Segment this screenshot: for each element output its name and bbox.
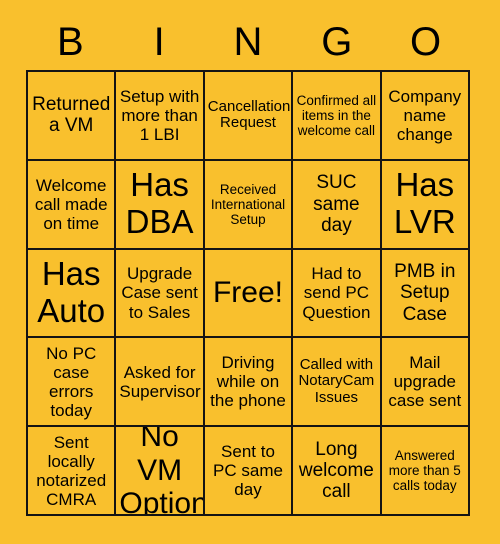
bingo-cell-n1[interactable]: Cancellation Request: [204, 72, 294, 161]
bingo-cell-i1[interactable]: Setup with more than 1 LBI: [116, 72, 205, 161]
bingo-cell-label: Returned a VM: [32, 94, 111, 137]
bingo-grid: Returned a VM Setup with more than 1 LBI…: [26, 70, 470, 516]
bingo-cell-label: Confirmed all items in the welcome call: [296, 92, 377, 138]
bingo-cell-g2[interactable]: SUC same day: [293, 160, 382, 250]
bingo-cell-label: Long welcome call: [298, 438, 374, 503]
bingo-cell-label: No PC case errors today: [46, 343, 97, 420]
bingo-cell-label: Sent to PC same day: [213, 442, 283, 500]
bingo-header-letter-g: G: [321, 20, 353, 64]
bingo-cell-label: Answered more than 5 calls today: [388, 447, 461, 494]
bingo-cell-o3[interactable]: PMB in Setup Case: [381, 249, 470, 339]
bingo-cell-label: Upgrade Case sent to Sales: [121, 264, 198, 322]
bingo-cell-b2[interactable]: Welcome call made on time: [28, 160, 117, 250]
bingo-header-letter-o: O: [410, 20, 442, 64]
bingo-header-letter-b: B: [57, 20, 84, 64]
bingo-cell-label: PMB in Setup Case: [394, 261, 456, 325]
bingo-header: B I N G O: [26, 14, 470, 70]
bingo-cell-free-space[interactable]: Free!: [204, 249, 294, 339]
bingo-cell-label: Cancellation Request: [207, 97, 291, 132]
bingo-cell-o2[interactable]: Has LVR: [381, 160, 470, 250]
bingo-cell-n2[interactable]: Received International Setup: [204, 160, 294, 250]
bingo-cell-label: No VM Option: [119, 427, 205, 516]
bingo-cell-g3[interactable]: Had to send PC Question: [293, 249, 382, 339]
bingo-cell-label: Asked for Supervisor: [119, 362, 201, 401]
bingo-cell-b3[interactable]: Has Auto: [28, 249, 117, 339]
bingo-cell-label: Has LVR: [393, 166, 456, 241]
bingo-cell-g1[interactable]: Confirmed all items in the welcome call: [293, 72, 382, 161]
bingo-cell-n4[interactable]: Driving while on the phone: [204, 338, 294, 428]
bingo-cell-o4[interactable]: Mail upgrade case sent: [381, 338, 470, 428]
bingo-cell-g5[interactable]: Long welcome call: [293, 427, 382, 516]
bingo-header-letter-n: N: [233, 20, 263, 64]
bingo-cell-i3[interactable]: Upgrade Case sent to Sales: [116, 249, 205, 339]
bingo-cell-b5[interactable]: Sent locally notarized CMRA: [28, 427, 117, 516]
bingo-cell-b1[interactable]: Returned a VM: [28, 72, 117, 161]
bingo-cell-i4[interactable]: Asked for Supervisor: [116, 338, 205, 428]
bingo-cell-label: Sent locally notarized CMRA: [36, 432, 107, 509]
bingo-cell-label: SUC same day: [313, 172, 360, 236]
bingo-cell-label: Called with NotaryCam Issues: [298, 355, 375, 407]
bingo-cell-label: Welcome call made on time: [34, 175, 108, 233]
bingo-cell-o5[interactable]: Answered more than 5 calls today: [381, 427, 470, 516]
bingo-cell-label: Had to send PC Question: [302, 264, 371, 322]
bingo-cell-label: Has DBA: [125, 166, 194, 241]
bingo-cell-label: Company name change: [388, 86, 462, 144]
bingo-cell-label: Mail upgrade case sent: [388, 353, 462, 411]
bingo-cell-label: Driving while on the phone: [210, 353, 286, 411]
bingo-cell-label: Free!: [212, 276, 283, 310]
bingo-cell-label: Setup with more than 1 LBI: [119, 86, 200, 144]
bingo-cell-label: Has Auto: [37, 255, 106, 329]
bingo-cell-i2[interactable]: Has DBA: [116, 160, 205, 250]
bingo-cell-b4[interactable]: No PC case errors today: [28, 338, 117, 428]
bingo-cell-i5[interactable]: No VM Option: [116, 427, 205, 516]
bingo-cell-label: Received International Setup: [210, 181, 286, 227]
bingo-card: B I N G O Returned a VM Setup with more …: [0, 0, 500, 544]
bingo-header-letter-i: I: [153, 20, 165, 64]
bingo-cell-o1[interactable]: Company name change: [381, 72, 470, 161]
bingo-cell-g4[interactable]: Called with NotaryCam Issues: [293, 338, 382, 428]
bingo-cell-n5[interactable]: Sent to PC same day: [204, 427, 294, 516]
